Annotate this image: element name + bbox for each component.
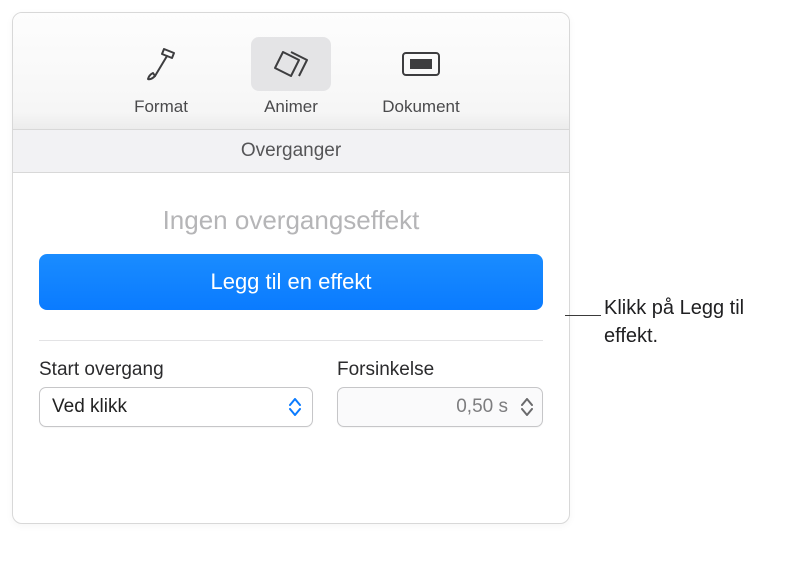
animate-icon	[251, 37, 331, 91]
transitions-content: Ingen overgangseffekt Legg til en effekt…	[13, 173, 569, 427]
inspector-toolbar: Format Animer Dokument	[13, 13, 569, 130]
inspector-panel: Format Animer Dokument Overganger	[12, 12, 570, 524]
delay-label: Forsinkelse	[337, 359, 543, 381]
callout-text: Klikk på Legg til effekt.	[604, 294, 784, 350]
section-title: Overganger	[241, 140, 341, 162]
section-header: Overganger	[13, 130, 569, 173]
format-icon	[121, 37, 201, 91]
delay-value: 0,50 s	[456, 396, 508, 418]
tab-animate[interactable]: Animer	[231, 37, 351, 129]
delay-stepper[interactable]: 0,50 s	[337, 387, 543, 427]
document-icon	[381, 37, 461, 91]
tab-label: Format	[101, 97, 221, 117]
tab-document[interactable]: Dokument	[361, 37, 481, 129]
add-effect-label: Legg til en effekt	[210, 269, 371, 294]
add-effect-button[interactable]: Legg til en effekt	[39, 254, 543, 310]
tab-label: Animer	[231, 97, 351, 117]
no-effect-label: Ingen overgangseffekt	[39, 205, 543, 236]
stepper-arrows-icon[interactable]	[516, 392, 538, 422]
tab-format[interactable]: Format	[101, 37, 221, 129]
divider	[39, 340, 543, 341]
settings-row: Start overgang Ved klikk Forsinkelse 0,5…	[39, 359, 543, 427]
start-transition-select[interactable]: Ved klikk	[39, 387, 313, 427]
updown-icon	[282, 392, 308, 422]
start-transition-field: Start overgang Ved klikk	[39, 359, 313, 427]
start-transition-label: Start overgang	[39, 359, 313, 381]
delay-field: Forsinkelse 0,50 s	[337, 359, 543, 427]
start-transition-value: Ved klikk	[52, 396, 127, 418]
tab-label: Dokument	[361, 97, 481, 117]
callout-leader-line	[565, 315, 601, 316]
